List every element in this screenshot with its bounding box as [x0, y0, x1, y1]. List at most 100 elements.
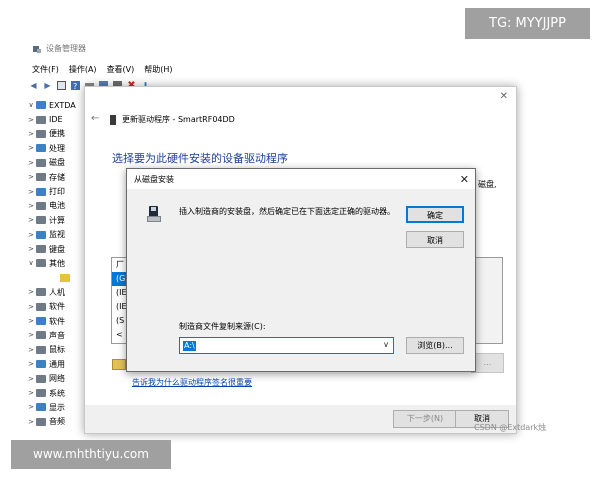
ide-controller-icon [36, 115, 46, 124]
keyboard-icon [36, 245, 46, 254]
tree-item-label: 软件 [49, 316, 65, 326]
wizard-heading: 选择要为此硬件安装的设备驱动程序 [112, 152, 288, 165]
tree-item-label: 电池 [49, 201, 65, 211]
browse-button[interactable]: 浏览(B)... [406, 337, 464, 354]
usb-device-icon [110, 114, 116, 125]
chevron-down-icon[interactable]: ∨ [26, 101, 36, 109]
tree-item-label: 声音 [49, 330, 65, 340]
install-from-disk-dialog: 从磁盘安装 ✕ 插入制造商的安装盘，然后确定已在下面选定正确的驱动器。 确定 取… [126, 168, 476, 372]
close-icon[interactable]: ✕ [500, 91, 508, 102]
cancel-button[interactable]: 取消 [406, 231, 464, 248]
tree-item-label: 显示 [49, 402, 65, 412]
menu-bar: 文件(F) 操作(A) 查看(V) 帮助(H) [32, 64, 173, 75]
tree-item-label: 其他 [49, 258, 65, 268]
dialog-title: 从磁盘安装 [134, 174, 174, 184]
properties-icon[interactable] [56, 80, 67, 90]
chevron-right-icon[interactable]: > [26, 375, 36, 383]
help-icon[interactable]: ? [70, 80, 81, 90]
disk-drive-icon [36, 158, 46, 167]
portable-device-icon [36, 129, 46, 138]
chevron-right-icon[interactable]: > [26, 173, 36, 181]
menu-action[interactable]: 操作(A) [69, 64, 97, 75]
menu-file[interactable]: 文件(F) [32, 64, 59, 75]
tree-item-label: 鼠标 [49, 345, 65, 355]
tree-item-label: 系统 [49, 388, 65, 398]
chevron-right-icon[interactable]: > [26, 418, 36, 426]
chevron-right-icon[interactable]: > [26, 288, 36, 296]
software-component-icon [36, 302, 46, 311]
chevron-right-icon[interactable]: > [26, 303, 36, 311]
source-label: 制造商文件复制来源(C): [179, 322, 266, 331]
tree-item-label: 键盘 [49, 244, 65, 254]
usb-icon [36, 360, 46, 369]
device-manager-icon [33, 45, 41, 53]
tree-item-label: 便携 [49, 129, 65, 139]
software-device-icon [36, 317, 46, 326]
back-arrow-icon[interactable]: ◀ [28, 80, 39, 90]
watermark-site: www.mhthtiyu.com [11, 440, 171, 469]
floppy-drive-icon [147, 206, 161, 222]
watermark-csdn: CSDN @Extdark烛 [474, 423, 547, 432]
processor-icon [36, 144, 46, 153]
chevron-right-icon[interactable]: > [26, 159, 36, 167]
chevron-right-icon[interactable]: > [26, 130, 36, 138]
ok-button[interactable]: 确定 [406, 206, 464, 223]
forward-arrow-icon[interactable]: ▶ [42, 80, 53, 90]
menu-help[interactable]: 帮助(H) [144, 64, 172, 75]
tree-item-label: IDE [49, 115, 63, 125]
chevron-right-icon[interactable]: > [26, 317, 36, 325]
printer-icon [36, 187, 46, 196]
chevron-right-icon[interactable]: > [26, 116, 36, 124]
tree-item-label: EXTDA [49, 100, 76, 110]
source-path-value[interactable]: A:\ [183, 341, 196, 351]
sound-icon [36, 331, 46, 340]
tree-item-label: 人机 [49, 287, 65, 297]
wizard-partial-text: 磁盘, [478, 180, 497, 189]
unknown-device-warning-icon [60, 273, 70, 282]
wizard-title-text: 更新驱动程序 - SmartRF04DD [122, 115, 235, 124]
next-button[interactable]: 下一步(N) [393, 410, 457, 428]
chevron-right-icon[interactable]: > [26, 360, 36, 368]
dialog-titlebar: 从磁盘安装 ✕ [127, 169, 475, 189]
tree-item-label: 网络 [49, 374, 65, 384]
back-arrow-icon[interactable]: ← [91, 113, 99, 124]
window-title-text: 设备管理器 [46, 44, 86, 53]
network-adapter-icon [36, 374, 46, 383]
chevron-down-icon[interactable]: ∨ [26, 259, 36, 267]
tree-item-label: 通用 [49, 359, 65, 369]
dialog-message: 插入制造商的安装盘，然后确定已在下面选定正确的驱动器。 [179, 207, 395, 216]
chevron-right-icon[interactable]: > [26, 346, 36, 354]
system-device-icon [36, 389, 46, 397]
display-adapter-icon [36, 403, 46, 412]
tree-item-label: 计算 [49, 215, 65, 225]
chevron-right-icon[interactable]: > [26, 389, 36, 397]
chevron-right-icon[interactable]: > [26, 188, 36, 196]
mouse-icon [36, 345, 46, 354]
chevron-right-icon[interactable]: > [26, 245, 36, 253]
model-list[interactable] [472, 257, 503, 344]
chevron-right-icon[interactable]: > [26, 202, 36, 210]
hid-icon [36, 288, 46, 297]
chevron-down-icon[interactable]: ∨ [383, 340, 389, 349]
chevron-right-icon[interactable]: > [26, 231, 36, 239]
wizard-footer: 下一步(N) 取消 [85, 405, 516, 433]
close-icon[interactable]: ✕ [460, 174, 469, 185]
computer-icon [36, 101, 46, 110]
tree-item-label: 软件 [49, 302, 65, 312]
chevron-right-icon[interactable]: > [26, 331, 36, 339]
wizard-title: 更新驱动程序 - SmartRF04DD [110, 114, 235, 125]
audio-icon [36, 417, 46, 426]
tree-item-label: 音频 [49, 417, 65, 427]
tree-item-label: 存储 [49, 172, 65, 182]
window-title: 设备管理器 [32, 43, 86, 54]
tree-item-label: 处理 [49, 143, 65, 153]
driver-signing-link[interactable]: 告诉我为什么驱动程序签名很重要 [132, 377, 252, 388]
watermark-tg: TG: MYYJJPP [465, 8, 590, 39]
menu-view[interactable]: 查看(V) [107, 64, 135, 75]
source-path-combobox[interactable]: A:\ ∨ [179, 337, 394, 354]
tree-item-label: 磁盘 [49, 158, 65, 168]
monitor-icon [36, 230, 46, 239]
chevron-right-icon[interactable]: > [26, 216, 36, 224]
chevron-right-icon[interactable]: > [26, 403, 36, 411]
chevron-right-icon[interactable]: > [26, 144, 36, 152]
